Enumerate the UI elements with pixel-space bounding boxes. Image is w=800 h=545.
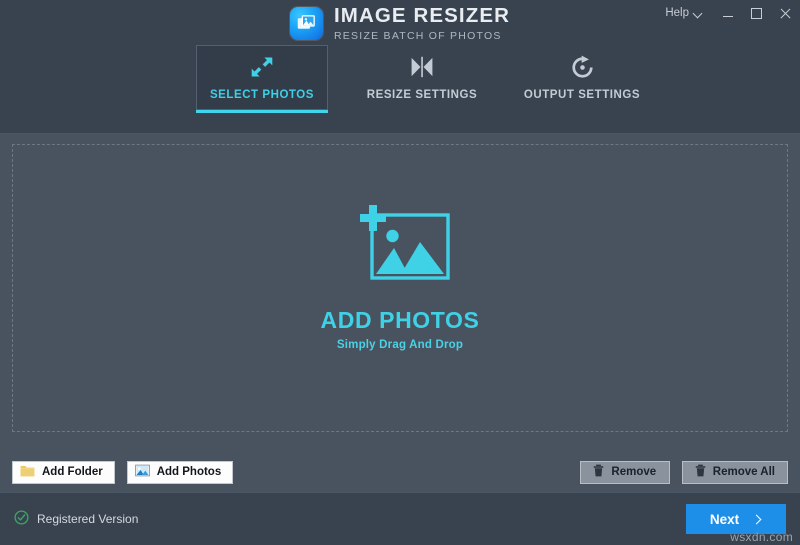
add-folder-button[interactable]: Add Folder <box>12 460 115 484</box>
check-circle-icon <box>14 510 29 528</box>
add-photos-button[interactable]: Add Photos <box>126 460 234 484</box>
tab-bar: SELECT PHOTOS RESIZE SETTINGS OUTPUT SET… <box>0 45 800 134</box>
add-folder-label: Add Folder <box>42 466 103 478</box>
photo-icon <box>134 464 150 480</box>
tab-label: RESIZE SETTINGS <box>366 89 478 101</box>
tab-output-settings[interactable]: OUTPUT SETTINGS <box>516 45 648 110</box>
file-action-row: Add Folder Add Photos Remove Remove All <box>12 460 788 484</box>
brand-text: IMAGE RESIZER RESIZE BATCH OF PHOTOS <box>333 4 511 42</box>
registration-status: Registered Version <box>14 510 138 528</box>
tab-label: SELECT PHOTOS <box>209 89 315 101</box>
add-photo-icon <box>346 204 454 291</box>
registration-label: Registered Version <box>37 512 139 526</box>
next-label: Next <box>709 511 740 527</box>
watermark: wsxdn.com <box>730 530 793 544</box>
main-content: ADD PHOTOS Simply Drag And Drop Add Fold… <box>0 134 800 492</box>
app-logo-icon <box>289 7 323 40</box>
trash-icon <box>593 464 604 480</box>
app-window: Help IMAGE RESIZER RESIZE BATCH OF PHOTO… <box>0 0 800 545</box>
app-title: IMAGE RESIZER <box>333 4 511 27</box>
app-subtitle: RESIZE BATCH OF PHOTOS <box>333 29 502 42</box>
dropzone-inner: ADD PHOTOS Simply Drag And Drop <box>321 204 480 351</box>
dropzone-subtitle: Simply Drag And Drop <box>336 338 464 351</box>
remove-button[interactable]: Remove <box>579 460 670 484</box>
tab-resize-settings[interactable]: RESIZE SETTINGS <box>356 45 488 110</box>
rotate-refresh-icon <box>570 54 595 80</box>
remove-all-label: Remove All <box>712 466 775 478</box>
photo-dropzone[interactable]: ADD PHOTOS Simply Drag And Drop <box>12 144 788 432</box>
folder-icon <box>20 464 35 480</box>
remove-all-button[interactable]: Remove All <box>681 460 788 484</box>
trash-icon <box>695 464 706 480</box>
brand: IMAGE RESIZER RESIZE BATCH OF PHOTOS <box>0 4 800 42</box>
chevron-right-icon <box>753 514 762 525</box>
remove-label: Remove <box>611 466 657 478</box>
resize-diagonal-arrows-icon <box>249 54 275 80</box>
status-bar: Registered Version Next wsxdn.com <box>0 492 800 545</box>
dropzone-title: ADD PHOTOS <box>320 306 480 333</box>
add-photos-label: Add Photos <box>156 466 222 478</box>
tab-label: OUTPUT SETTINGS <box>523 89 641 101</box>
collapse-horizontal-icon <box>409 54 435 80</box>
tab-select-photos[interactable]: SELECT PHOTOS <box>196 45 328 113</box>
